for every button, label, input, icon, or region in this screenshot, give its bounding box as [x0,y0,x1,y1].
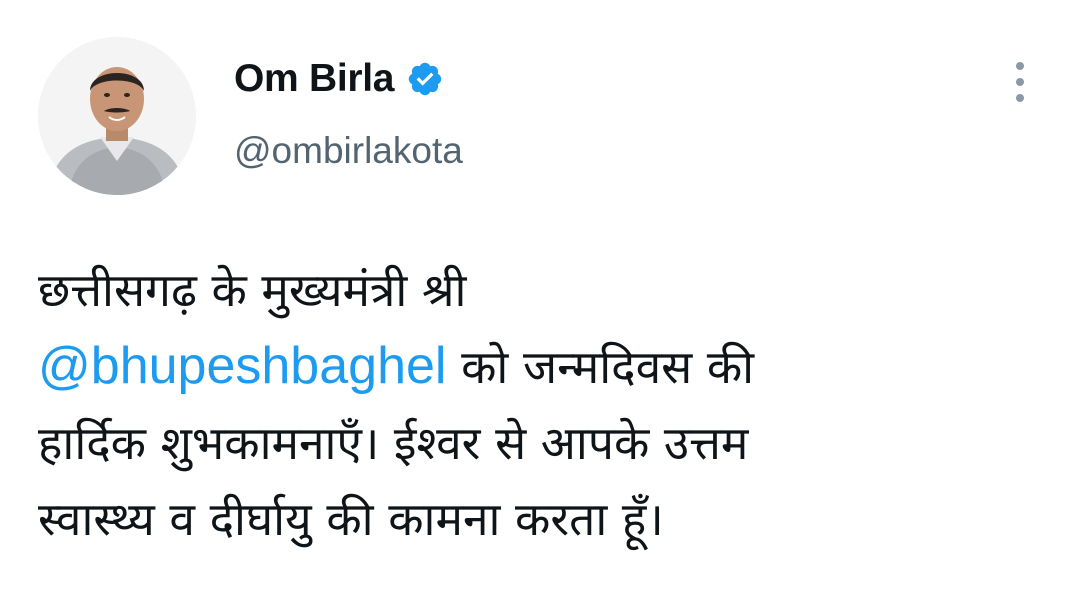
tweet-line-text: को जन्मदिवस की [446,340,755,394]
author-name-row: Om Birla [234,56,444,102]
author-handle[interactable]: @ombirlakota [234,130,463,172]
verified-badge-icon [406,60,444,98]
tweet-text: छत्तीसगढ़ के मुख्यमंत्री श्री @bhupeshba… [38,252,1048,557]
more-vertical-icon [1016,78,1024,86]
author-display-name[interactable]: Om Birla [234,57,394,101]
tweet-line: हार्दिक शुभकामनाएँ। ईश्वर से आपके उत्तम [38,416,749,470]
tweet-line: छत्तीसगढ़ के मुख्यमंत्री श्री [38,263,467,317]
tweet-card: Om Birla @ombirlakota छत्तीसगढ़ के मुख्य… [0,0,1080,614]
more-options-button[interactable] [1004,58,1036,106]
profile-photo-icon [38,37,196,195]
tweet-line: स्वास्थ्य व दीर्घायु की कामना करता हूँ। [38,492,664,546]
mention-link[interactable]: @bhupeshbaghel [38,337,446,395]
more-vertical-icon [1016,94,1024,102]
more-vertical-icon [1016,62,1024,70]
tweet-line: @bhupeshbaghel को जन्मदिवस की [38,328,1048,405]
avatar[interactable] [38,37,196,195]
